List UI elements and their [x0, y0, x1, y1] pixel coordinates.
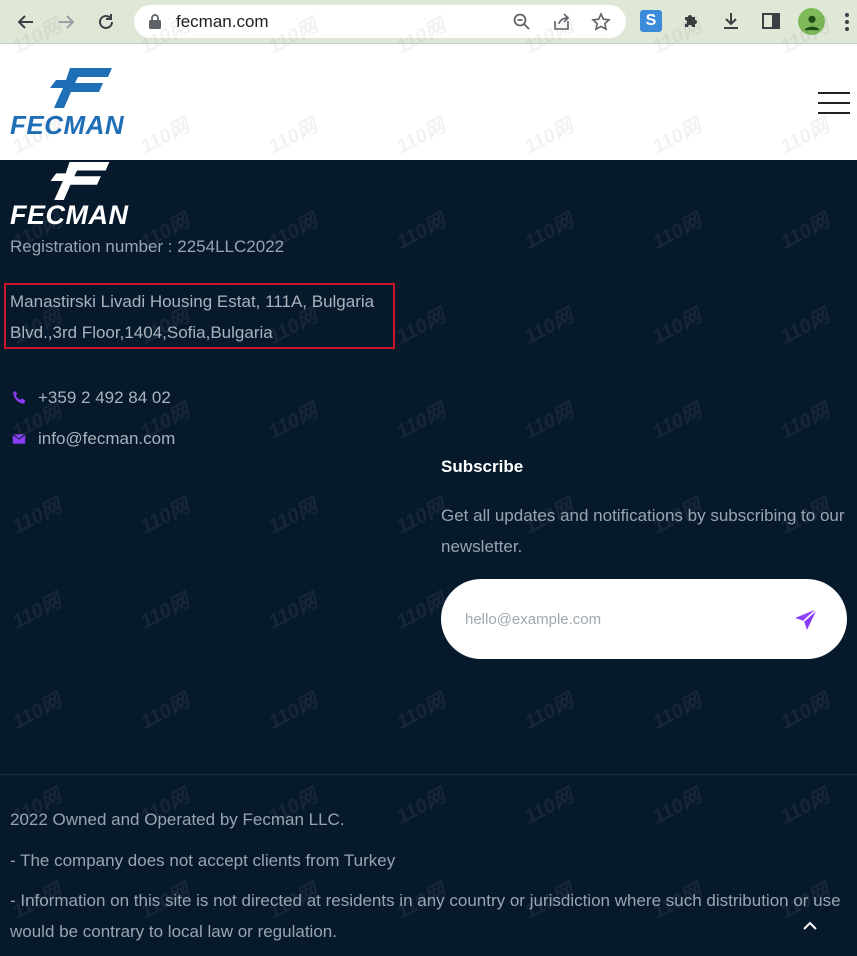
browser-menu-icon[interactable]	[844, 12, 850, 32]
profile-avatar[interactable]	[798, 8, 825, 35]
footer-logo: FECMAN	[10, 160, 144, 230]
watermark-text: 110网	[265, 689, 322, 734]
watermark-text: 110网	[393, 689, 450, 734]
subscribe-form	[441, 579, 847, 659]
watermark-text: 110网	[9, 494, 66, 539]
company-address: Manastirski Livadi Housing Estat, 111A, …	[10, 286, 395, 348]
watermark-text: 110网	[777, 304, 834, 349]
back-to-top-chevron-icon[interactable]	[800, 916, 820, 936]
download-icon[interactable]	[720, 10, 742, 32]
browser-toolbar: fecman.com S	[0, 0, 857, 44]
fecman-logo-mark-icon	[50, 162, 110, 200]
watermark-text: 110网	[393, 209, 450, 254]
arrow-right-icon	[59, 15, 75, 29]
watermark-text: 110网	[265, 399, 322, 444]
email-contact[interactable]: info@fecman.com	[10, 429, 175, 449]
watermark-text: 110网	[393, 784, 450, 829]
watermark-text: 110网	[9, 689, 66, 734]
forward-button[interactable]	[52, 8, 80, 36]
legal-note-turkey: - The company does not accept clients fr…	[10, 851, 396, 870]
arrow-left-icon	[17, 15, 33, 29]
subscribe-title: Subscribe	[441, 457, 524, 476]
watermark-text: 110网	[777, 209, 834, 254]
watermark-text: 110网	[649, 304, 706, 349]
watermark-text: 110网	[521, 689, 578, 734]
subscribe-description: Get all updates and notifications by sub…	[441, 506, 845, 556]
watermark-text: 110网	[393, 399, 450, 444]
legal-note-jurisdiction: - Information on this site is not direct…	[10, 891, 841, 941]
url-text: fecman.com	[176, 12, 269, 31]
mail-icon	[10, 430, 28, 448]
watermark-text: 110网	[649, 399, 706, 444]
address-line-1: Manastirski Livadi Housing Estat, 111A, …	[10, 292, 375, 311]
phone-number: +359 2 492 84 02	[38, 388, 171, 407]
watermark-text: 110网	[521, 399, 578, 444]
extension-s-icon[interactable]: S	[640, 10, 662, 32]
watermark-text: 110网	[521, 209, 578, 254]
site-logo[interactable]: FECMAN	[10, 68, 142, 140]
phone-icon	[10, 389, 28, 407]
copyright-text: 2022 Owned and Operated by Fecman LLC.	[10, 810, 345, 829]
registration-number: Registration number : 2254LLC2022	[10, 237, 285, 256]
fecman-logo-mark-icon	[50, 68, 112, 108]
reload-button[interactable]	[92, 8, 120, 36]
address-bar[interactable]: fecman.com	[134, 5, 626, 38]
watermark-text: 110网	[137, 689, 194, 734]
back-button[interactable]	[12, 8, 40, 36]
watermark-text: 110网	[777, 784, 834, 829]
watermark-text: 110网	[9, 589, 66, 634]
watermark-text: 110网	[649, 689, 706, 734]
footer-divider	[0, 774, 857, 775]
watermark-text: 110网	[521, 304, 578, 349]
lock-icon	[149, 14, 161, 29]
share-icon[interactable]	[552, 12, 572, 32]
site-header: FECMAN	[0, 44, 857, 160]
newsletter-email-input[interactable]	[465, 605, 765, 633]
phone-contact[interactable]: +359 2 492 84 02	[10, 388, 171, 408]
send-icon[interactable]	[793, 607, 819, 633]
address-line-2: Blvd.,3rd Floor,1404,Sofia,Bulgaria	[10, 323, 273, 342]
watermark-text: 110网	[649, 209, 706, 254]
reload-icon	[99, 14, 113, 29]
watermark-text: 110网	[265, 589, 322, 634]
star-icon[interactable]	[591, 12, 611, 32]
watermark-text: 110网	[265, 494, 322, 539]
watermark-text: 110网	[393, 589, 450, 634]
watermark-text: 110网	[137, 494, 194, 539]
side-panel-icon[interactable]	[760, 10, 782, 32]
zoom-icon[interactable]	[512, 12, 532, 32]
footer-logo-wordmark: FECMAN	[10, 200, 129, 230]
puzzle-icon[interactable]	[680, 10, 702, 32]
watermark-text: 110网	[393, 304, 450, 349]
watermark-text: 110网	[521, 784, 578, 829]
email-address: info@fecman.com	[38, 429, 176, 448]
watermark-text: 110网	[777, 689, 834, 734]
hamburger-menu-button[interactable]	[818, 92, 850, 114]
watermark-text: 110网	[649, 784, 706, 829]
watermark-text: 110网	[777, 399, 834, 444]
watermark-text: 110网	[137, 589, 194, 634]
logo-wordmark: FECMAN	[10, 110, 125, 140]
